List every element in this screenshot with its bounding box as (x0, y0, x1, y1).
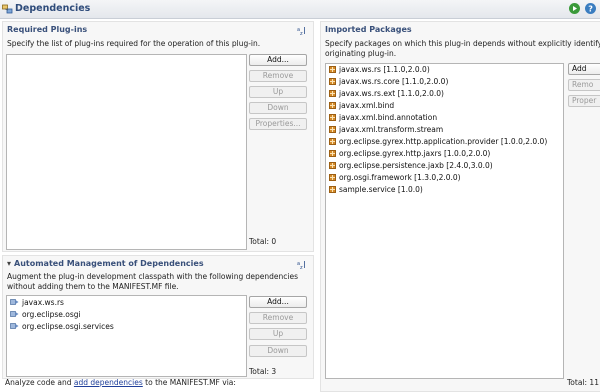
required-up-button[interactable]: Up (249, 86, 307, 98)
list-item[interactable]: javax.xml.transform.stream (329, 125, 443, 137)
automated-total: Total: 3 (249, 367, 277, 376)
help-icon[interactable]: ? (585, 3, 596, 14)
package-icon (329, 162, 336, 169)
list-item[interactable]: javax.ws.rs.core [1.1.0,2.0.0) (329, 77, 448, 89)
imported-properties-button[interactable]: Proper (568, 95, 600, 107)
plugin-icon (10, 311, 19, 317)
analyze-instructions: Analyze code and add dependencies to the… (5, 378, 236, 387)
imported-remove-button[interactable]: Remo (568, 79, 600, 91)
plugin-icon (10, 299, 19, 305)
collapse-chevron-icon[interactable]: ▾ (7, 259, 11, 268)
list-item-label: javax.xml.bind (339, 101, 395, 110)
automated-management-section: ▾ Automated Management of Dependencies a … (2, 255, 314, 379)
required-properties-button[interactable]: Properties... (249, 118, 307, 130)
list-item[interactable]: javax.ws.rs.ext [1.1.0,2.0.0) (329, 89, 444, 101)
list-item[interactable]: org.eclipse.osgi.services (10, 322, 114, 334)
imported-packages-list[interactable]: javax.ws.rs [1.1.0,2.0.0) javax.ws.rs.co… (325, 63, 564, 379)
list-item-label: javax.ws.rs.core [1.1.0,2.0.0) (339, 77, 449, 86)
analyze-prefix: Analyze code and (5, 378, 74, 387)
list-item-label: org.eclipse.gyrex.http.jaxrs [1.0.0,2.0.… (339, 149, 491, 158)
page-title: Dependencies (15, 3, 91, 14)
automated-management-title: ▾ Automated Management of Dependencies (7, 259, 204, 268)
required-plugins-section: Required Plug-ins a z Specify the list o… (2, 21, 314, 252)
list-item[interactable]: javax.xml.bind (329, 101, 394, 113)
automated-remove-button[interactable]: Remove (249, 312, 307, 324)
automated-management-title-text: Automated Management of Dependencies (14, 259, 204, 268)
svg-text:z: z (300, 265, 303, 269)
list-item[interactable]: org.eclipse.osgi (10, 310, 81, 322)
plugin-icon (10, 323, 19, 329)
automated-add-button[interactable]: Add... (249, 296, 307, 308)
package-icon (329, 66, 336, 73)
list-item-label: org.eclipse.gyrex.http.application.provi… (339, 137, 548, 146)
list-item-label: org.osgi.framework [1.3.0,2.0.0) (339, 173, 461, 182)
list-item-label: javax.ws.rs [1.1.0,2.0.0) (339, 65, 430, 74)
required-plugins-title: Required Plug-ins (7, 25, 88, 34)
list-item-label: org.eclipse.persistence.jaxb [2.4.0,3.0.… (339, 161, 493, 170)
automated-dependencies-list[interactable]: javax.ws.rs org.eclipse.osgi org.eclipse… (6, 295, 247, 377)
imported-packages-title: Imported Packages (325, 25, 412, 34)
list-item[interactable]: org.eclipse.persistence.jaxb [2.4.0,3.0.… (329, 161, 493, 173)
sort-icon[interactable]: a z (297, 260, 306, 269)
list-item[interactable]: org.osgi.framework [1.3.0,2.0.0) (329, 173, 461, 185)
required-down-button[interactable]: Down (249, 102, 307, 114)
package-icon (329, 186, 336, 193)
automated-up-button[interactable]: Up (249, 328, 307, 340)
required-remove-button[interactable]: Remove (249, 70, 307, 82)
automated-management-description: Augment the plug-in development classpat… (7, 272, 298, 292)
automated-description-line1: Augment the plug-in development classpat… (7, 272, 298, 281)
package-icon (329, 150, 336, 157)
automated-description-line2: without adding them to the MANIFEST.MF f… (7, 282, 179, 291)
list-item-label: javax.xml.transform.stream (339, 125, 444, 134)
required-plugins-list[interactable] (6, 54, 247, 250)
add-dependencies-link[interactable]: add dependencies (74, 378, 143, 387)
imported-packages-description: Specify packages on which this plug-in d… (325, 39, 600, 59)
package-icon (329, 114, 336, 121)
imported-packages-section: Imported Packages Specify packages on wh… (320, 21, 600, 392)
analyze-suffix: to the MANIFEST.MF via: (142, 378, 236, 387)
list-item[interactable]: javax.xml.bind.annotation (329, 113, 437, 125)
list-item[interactable]: org.eclipse.gyrex.http.jaxrs [1.0.0,2.0.… (329, 149, 490, 161)
required-total: Total: 0 (249, 237, 277, 246)
dependencies-icon (2, 4, 13, 14)
package-icon (329, 126, 336, 133)
list-item[interactable]: sample.service [1.0.0) (329, 185, 423, 197)
package-icon (329, 90, 336, 97)
svg-text:z: z (300, 31, 303, 35)
imported-description-line1: Specify packages on which this plug-in d… (325, 39, 600, 48)
package-icon (329, 138, 336, 145)
sort-icon[interactable]: a z (297, 26, 306, 35)
list-item[interactable]: javax.ws.rs (10, 298, 64, 310)
run-icon[interactable] (569, 3, 580, 14)
package-icon (329, 102, 336, 109)
automated-down-button[interactable]: Down (249, 345, 307, 357)
editor-header: Dependencies ? (0, 0, 600, 19)
list-item-label: sample.service [1.0.0) (339, 185, 423, 194)
list-item-label: org.eclipse.osgi (22, 310, 81, 319)
imported-total: Total: 11 (567, 378, 599, 387)
package-icon (329, 174, 336, 181)
package-icon (329, 78, 336, 85)
required-plugins-description: Specify the list of plug-ins required fo… (7, 39, 261, 48)
imported-add-button[interactable]: Add (568, 63, 600, 75)
required-add-button[interactable]: Add... (249, 54, 307, 66)
list-item-label: org.eclipse.osgi.services (22, 322, 114, 331)
list-item-label: javax.ws.rs.ext [1.1.0,2.0.0) (339, 89, 444, 98)
list-item[interactable]: org.eclipse.gyrex.http.application.provi… (329, 137, 547, 149)
list-item-label: javax.ws.rs (22, 298, 64, 307)
list-item[interactable]: javax.ws.rs [1.1.0,2.0.0) (329, 65, 430, 77)
list-item-label: javax.xml.bind.annotation (339, 113, 438, 122)
svg-text:?: ? (588, 5, 593, 14)
imported-description-line2: originating plug-in. (325, 49, 397, 58)
